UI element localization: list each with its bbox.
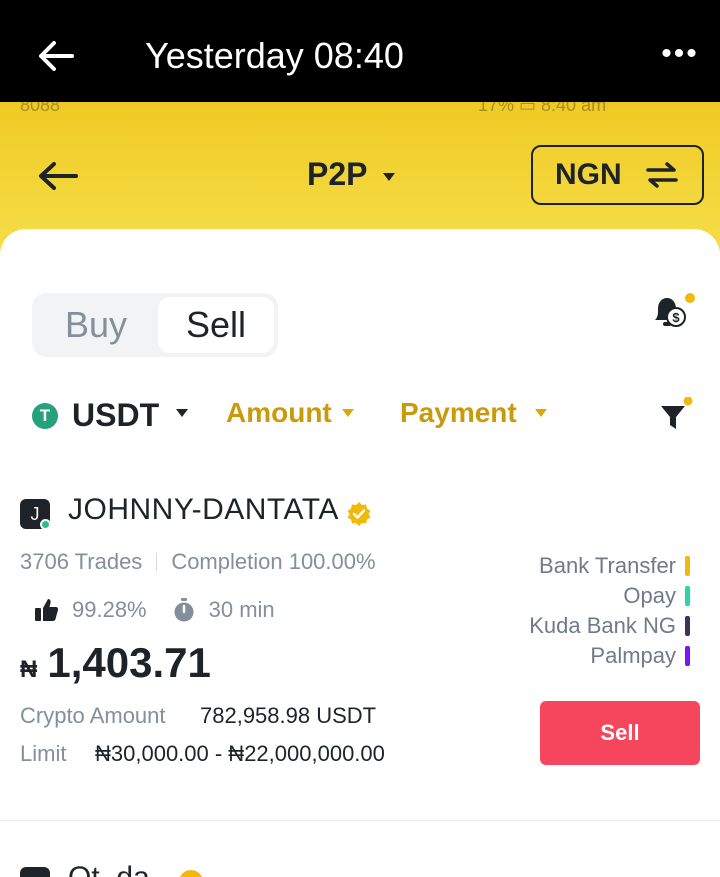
price-value: 1,403.71	[47, 639, 211, 686]
thumbs-up-icon	[35, 599, 59, 621]
payment-color-tag	[685, 556, 690, 576]
chevron-down-icon	[176, 409, 188, 417]
limit-value: ₦30,000.00 - ₦22,000,000.00	[95, 741, 385, 766]
tab-buy[interactable]: Buy	[36, 297, 156, 353]
merchant-avatar	[20, 867, 50, 877]
payment-color-tag	[685, 586, 690, 606]
price-alert-bell-icon[interactable]: $	[650, 293, 696, 333]
stopwatch-icon	[174, 598, 194, 622]
crypto-amount-value: 782,958.98 USDT	[200, 703, 377, 728]
buy-sell-toggle: Buy Sell	[32, 293, 278, 357]
currency-code: NGN	[555, 158, 622, 191]
payment-method: Kuda Bank NG	[529, 611, 690, 641]
avg-release-time: 30 min	[208, 597, 275, 622]
verified-badge-icon	[347, 502, 371, 526]
payment-method: Palmpay	[529, 641, 690, 671]
tab-sell[interactable]: Sell	[158, 297, 274, 353]
token-name: USDT	[72, 397, 160, 433]
currency-symbol: ₦	[20, 656, 38, 683]
payment-method: Opay	[529, 581, 690, 611]
chevron-down-icon	[383, 172, 396, 181]
amount-filter[interactable]: Amount	[226, 397, 332, 429]
offer-card: Ot..da	[0, 859, 720, 877]
divider	[156, 553, 158, 571]
viewer-toolbar: Yesterday 08:40 •••	[0, 0, 720, 102]
price: ₦ 1,403.71	[20, 639, 211, 687]
tether-icon: T	[32, 402, 58, 429]
trade-stats: 3706 Trades Completion 100.00%	[20, 549, 376, 575]
positive-rating: 99.28%	[72, 597, 147, 622]
merchant-name[interactable]: Ot..da	[68, 861, 150, 877]
payment-filter[interactable]: Payment	[400, 397, 517, 429]
back-button[interactable]	[36, 158, 80, 194]
viewer-title: Yesterday 08:40	[145, 35, 404, 76]
svg-text:$: $	[672, 310, 680, 325]
crypto-amount-label: Crypto Amount	[20, 703, 166, 728]
token-selector[interactable]: T USDT	[32, 397, 159, 434]
market-selector[interactable]: P2P	[307, 156, 396, 193]
trade-count: 3706 Trades	[20, 549, 143, 574]
more-options-icon[interactable]: •••	[660, 39, 700, 69]
verified-badge-icon	[180, 870, 202, 877]
offer-card: J JOHNNY-DANTATA 3706 Trades Completion …	[0, 491, 720, 821]
swap-arrows-icon	[645, 162, 678, 188]
merchant-name[interactable]: JOHNNY-DANTATA	[68, 493, 339, 527]
filter-bar: T USDT Amount Payment	[0, 391, 720, 437]
market-title: P2P	[307, 156, 368, 192]
sell-button[interactable]: Sell	[540, 701, 700, 765]
payment-method: Bank Transfer	[529, 551, 690, 581]
main-card: Buy Sell $ T USDT Amount Payment J JOHNN…	[0, 229, 720, 877]
payment-color-tag	[685, 616, 690, 636]
payment-color-tag	[685, 646, 690, 666]
chevron-down-icon	[342, 409, 354, 417]
chevron-down-icon	[535, 409, 547, 417]
filter-funnel-icon[interactable]	[658, 397, 694, 433]
payment-methods: Bank Transfer Opay Kuda Bank NG Palmpay	[529, 551, 690, 671]
limit-label: Limit	[20, 741, 67, 766]
merchant-metrics: 99.28% 30 min	[34, 597, 275, 623]
completion-rate: Completion 100.00%	[171, 549, 376, 574]
online-status-dot	[40, 519, 51, 530]
back-arrow-icon[interactable]	[36, 36, 76, 76]
currency-switch-button[interactable]: NGN	[531, 145, 704, 205]
